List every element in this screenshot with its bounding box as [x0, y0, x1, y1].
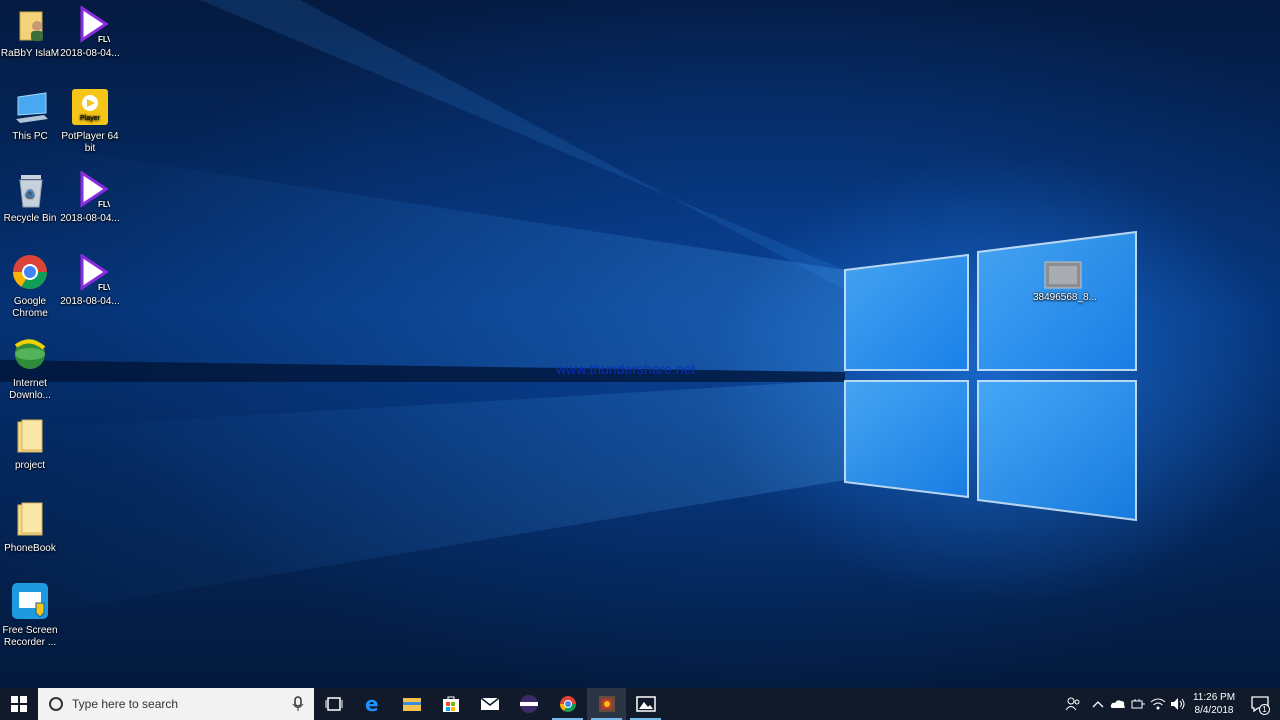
desktop-icon-potplayer[interactable]: Player PotPlayer 64 bit — [60, 89, 120, 155]
desktop-icon-label: Google Chrome — [12, 296, 48, 319]
search-box[interactable]: Type here to search — [38, 688, 314, 720]
desktop-icon-label: Recycle Bin — [3, 213, 57, 224]
volume-button[interactable] — [1168, 688, 1188, 720]
flv-video-icon: FLV — [70, 253, 113, 294]
chevron-up-icon — [1092, 701, 1104, 708]
taskbar-chrome[interactable] — [548, 688, 587, 720]
network-button[interactable] — [1148, 688, 1168, 720]
search-placeholder: Type here to search — [72, 697, 179, 711]
svg-text:FLV: FLV — [98, 200, 110, 209]
cortana-circle-icon — [49, 697, 63, 711]
taskbar-eclipse[interactable] — [509, 688, 548, 720]
system-tray: 11:26 PM 8/4/2018 1 — [1058, 688, 1280, 720]
clock[interactable]: 11:26 PM 8/4/2018 — [1188, 691, 1240, 717]
show-hidden-icons-button[interactable] — [1088, 688, 1108, 720]
svg-text:Player: Player — [80, 115, 101, 122]
svg-text:e: e — [365, 694, 379, 714]
image-file-icon — [1043, 260, 1083, 290]
desktop-icon-label: 2018-08-04... — [60, 296, 120, 307]
desktop-icon-label: Internet Downlo... — [9, 378, 51, 401]
store-icon — [442, 696, 459, 712]
recorder-app-icon — [598, 696, 615, 712]
desktop-icon-user-folder[interactable]: RaBbY IslaM — [0, 6, 60, 60]
taskbar: Type here to search e 11:26 PM 8/4/2018 … — [0, 688, 1280, 720]
desktop-icon-internet-download-manager[interactable]: Internet Downlo... — [0, 336, 60, 402]
windows-start-icon — [11, 696, 27, 712]
desktop-icon-flv-2[interactable]: FLV 2018-08-04... — [60, 170, 120, 225]
clock-time: 11:26 PM — [1192, 692, 1236, 703]
speaker-icon — [1171, 698, 1185, 710]
power-plug-icon — [1131, 699, 1145, 709]
taskbar-file-explorer[interactable] — [392, 688, 431, 720]
desktop[interactable]: RaBbY IslaM FLV 2018-08-04... This PC Pl… — [0, 0, 1280, 688]
taskbar-edge[interactable]: e — [353, 688, 392, 720]
desktop-icon-label: 2018-08-04... — [60, 48, 120, 59]
taskbar-store[interactable] — [431, 688, 470, 720]
folder-icon — [10, 418, 50, 458]
chrome-icon — [10, 254, 50, 294]
edge-icon: e — [365, 694, 379, 714]
people-button[interactable] — [1058, 688, 1088, 720]
watermark-text: www.thundershare.net — [556, 361, 696, 377]
clock-date: 8/4/2018 — [1194, 705, 1234, 716]
desktop-icon-phonebook[interactable]: PhoneBook — [0, 501, 60, 555]
desktop-icon-project[interactable]: project — [0, 418, 60, 472]
action-center-button[interactable]: 1 — [1240, 688, 1280, 720]
eclipse-icon — [519, 695, 538, 713]
desktop-icon-label: PotPlayer 64 bit — [61, 131, 119, 154]
power-button[interactable] — [1128, 688, 1148, 720]
people-icon — [1065, 697, 1080, 711]
potplayer-icon: Player — [70, 89, 110, 129]
photos-icon — [635, 696, 656, 712]
desktop-icon-flv-1[interactable]: FLV 2018-08-04... — [60, 5, 120, 60]
svg-text:FLV: FLV — [98, 35, 110, 44]
recycle-bin-icon: ♻ — [10, 171, 50, 211]
desktop-icon-label: Free Screen Recorder ... — [2, 625, 58, 648]
screen-recorder-icon — [10, 583, 50, 623]
svg-text:♻: ♻ — [25, 188, 35, 201]
start-button[interactable] — [0, 688, 38, 720]
desktop-icon-label: 38496568_8... — [1033, 292, 1097, 303]
taskbar-photos[interactable] — [626, 688, 665, 720]
desktop-icon-label: RaBbY IslaM — [0, 48, 60, 59]
taskbar-mail[interactable] — [470, 688, 509, 720]
desktop-icon-recycle-bin[interactable]: ♻ Recycle Bin — [0, 171, 60, 225]
wifi-icon — [1150, 698, 1166, 710]
notification-count-badge: 1 — [1259, 704, 1270, 715]
windows-logo-wallpaper — [0, 0, 1137, 620]
folder-icon — [10, 501, 50, 541]
mail-icon — [480, 697, 499, 710]
flv-video-icon: FLV — [70, 170, 113, 211]
desktop-icon-label: PhoneBook — [4, 543, 56, 554]
desktop-icon-image-file[interactable]: 38496568_8... — [1033, 260, 1097, 304]
taskbar-recorder[interactable] — [587, 688, 626, 720]
flv-video-icon: FLV — [70, 5, 113, 46]
user-folder-icon — [10, 6, 50, 46]
desktop-icon-label: 2018-08-04... — [60, 213, 120, 224]
idm-icon — [10, 336, 50, 376]
file-explorer-icon — [402, 698, 421, 711]
chrome-icon — [559, 696, 576, 712]
computer-icon — [10, 89, 50, 129]
desktop-icon-this-pc[interactable]: This PC — [0, 89, 60, 143]
desktop-icon-label: project — [14, 460, 45, 471]
task-view-button[interactable] — [314, 688, 353, 720]
microphone-icon[interactable] — [292, 696, 304, 712]
desktop-icon-flv-3[interactable]: FLV 2018-08-04... — [60, 253, 120, 308]
desktop-icon-free-screen-recorder[interactable]: Free Screen Recorder ... — [0, 583, 60, 649]
desktop-icon-label: This PC — [12, 131, 48, 142]
cloud-icon — [1110, 700, 1125, 708]
onedrive-button[interactable] — [1108, 688, 1128, 720]
task-view-icon — [325, 697, 342, 711]
svg-text:FLV: FLV — [98, 283, 110, 292]
desktop-icon-google-chrome[interactable]: Google Chrome — [0, 254, 60, 320]
